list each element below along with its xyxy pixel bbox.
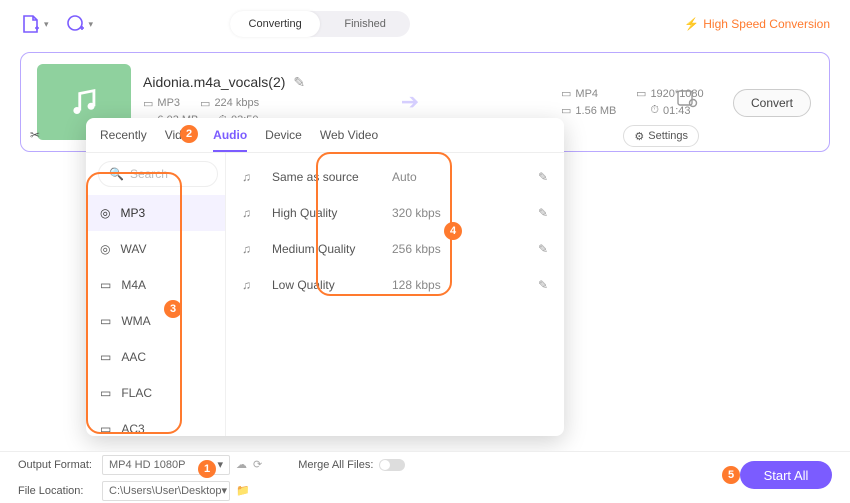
start-all-button[interactable]: Start All [740,461,832,489]
format-wav[interactable]: ◎WAV [86,231,225,267]
quality-same[interactable]: ♫Same as sourceAuto✎ [226,159,564,195]
badge-2: 2 [180,125,198,143]
gear-icon: ⚙ [634,130,644,143]
settings-button[interactable]: ⚙ Settings [623,125,699,147]
src-bitrate: 224 kbps [214,97,259,109]
format-m4a[interactable]: ▭M4A [86,267,225,303]
high-speed-conversion[interactable]: ⚡ High Speed Conversion [684,17,830,31]
quality-list: ♫Same as sourceAuto✎ ♫High Quality320 kb… [226,153,564,436]
edit-icon[interactable]: ✎ [538,170,548,184]
format-list: 🔍 Search ◎MP3 ◎WAV ▭M4A ▭WMA ▭AAC ▭FLAC … [86,153,226,436]
folder-icon[interactable]: 📁 [236,484,250,497]
quality-low[interactable]: ♫Low Quality128 kbps✎ [226,267,564,303]
chevron-down-icon: ▾ [44,19,49,30]
tab-converting[interactable]: Converting [230,11,320,37]
tab-webvideo[interactable]: Web Video [320,128,378,152]
badge-4: 4 [444,222,462,240]
chevron-down-icon: ▾ [89,19,94,30]
output-settings-icon[interactable] [675,87,699,111]
merge-label: Merge All Files: [298,459,373,471]
badge-1: 1 [198,460,216,478]
chevron-down-icon: ▾ [217,458,223,471]
output-format-label: Output Format: [18,459,96,471]
tab-finished[interactable]: Finished [320,11,410,37]
music-icon: ♫ [242,242,262,256]
quality-high[interactable]: ♫High Quality320 kbps✎ [226,195,564,231]
badge-5: 5 [722,466,740,484]
edit-icon[interactable]: ✎ [538,242,548,256]
format-popup: Recently Video Audio Device Web Video 🔍 … [86,118,564,436]
top-bar: ▾ ▾ Converting Finished ⚡ High Speed Con… [0,0,850,48]
quality-medium[interactable]: ♫Medium Quality256 kbps✎ [226,231,564,267]
chevron-down-icon: ▾ [221,484,227,497]
search-input[interactable]: 🔍 Search [98,161,218,187]
tab-audio[interactable]: Audio [213,128,247,152]
cloud-icon[interactable]: ☁ [236,458,247,471]
format-ac3[interactable]: ▭AC3 [86,411,225,436]
add-file-button[interactable]: ▾ [20,13,49,35]
file-location-select[interactable]: C:\Users\User\Desktop▾ [102,481,230,501]
music-icon: ♫ [242,170,262,184]
format-aac[interactable]: ▭AAC [86,339,225,375]
merge-toggle[interactable] [379,459,405,471]
file-location-label: File Location: [18,485,96,497]
sync-icon[interactable]: ⟳ [253,458,262,471]
src-format: MP3 [157,97,180,109]
stage-toggle: Converting Finished [230,11,410,37]
search-icon: 🔍 [109,167,124,181]
bolt-icon: ⚡ [684,17,699,31]
tab-recently[interactable]: Recently [100,128,147,152]
add-url-button[interactable]: ▾ [65,13,94,35]
format-flac[interactable]: ▭FLAC [86,375,225,411]
convert-button[interactable]: Convert [733,89,811,117]
edit-icon[interactable]: ✎ [538,206,548,220]
file-title: Aidonia.m4a_vocals(2) [143,74,285,90]
music-icon: ♫ [242,278,262,292]
scissors-icon[interactable]: ✂ [30,128,40,142]
badge-3: 3 [164,300,182,318]
music-icon: ♫ [242,206,262,220]
tab-device[interactable]: Device [265,128,302,152]
edit-icon[interactable]: ✎ [538,278,548,292]
format-mp3[interactable]: ◎MP3 [86,195,225,231]
out-size: 1.56 MB [575,105,616,117]
out-format: MP4 [575,88,598,100]
edit-title-icon[interactable]: ✎ [293,74,305,91]
arrow-right-icon: ➔ [401,89,419,115]
format-wma[interactable]: ▭WMA [86,303,225,339]
